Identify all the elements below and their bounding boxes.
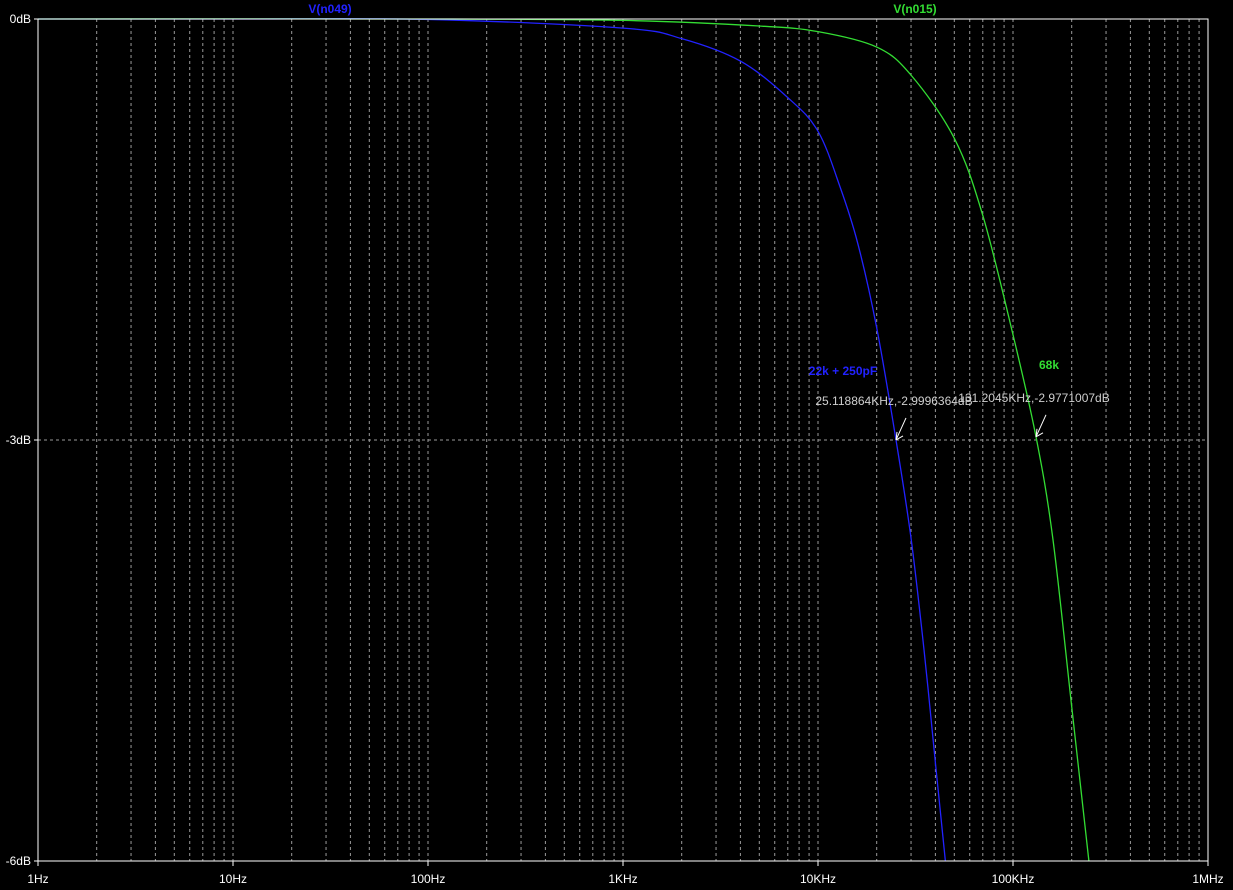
x-tick-label: 100Hz xyxy=(411,872,446,886)
axes xyxy=(34,18,1209,866)
bode-plot: 1Hz 10Hz 100Hz 1KHz 10KHz 100KHz 1MHz 0dB -3dB -6… xyxy=(6,2,1224,886)
y-tick-label: -3dB xyxy=(6,433,31,447)
series-annotation: 22k + 250pF xyxy=(809,364,877,378)
y-tick-label: 0dB xyxy=(10,12,31,26)
y-tick-label: -6dB xyxy=(6,854,31,868)
labels: 1Hz 10Hz 100Hz 1KHz 10KHz 100KHz 1MHz 0dB -3dB -6… xyxy=(6,2,1224,886)
series-trace-name: V(n015) xyxy=(893,2,936,16)
x-tick-label: 10KHz xyxy=(800,872,836,886)
series-trace-name: V(n049) xyxy=(308,2,351,16)
grid xyxy=(38,19,1208,861)
x-tick-label: 1Hz xyxy=(27,872,48,886)
cursor-readout: 25.118864KHz,-2.9996364dB xyxy=(815,394,972,408)
x-tick-label: 10Hz xyxy=(219,872,247,886)
x-tick-label: 1MHz xyxy=(1192,872,1223,886)
cursor-readout: 131.2045KHz,-2.9771007dB xyxy=(958,391,1109,405)
x-tick-label: 1KHz xyxy=(608,872,637,886)
x-tick-label: 100KHz xyxy=(992,872,1035,886)
series-annotation: 68k xyxy=(1039,358,1059,372)
